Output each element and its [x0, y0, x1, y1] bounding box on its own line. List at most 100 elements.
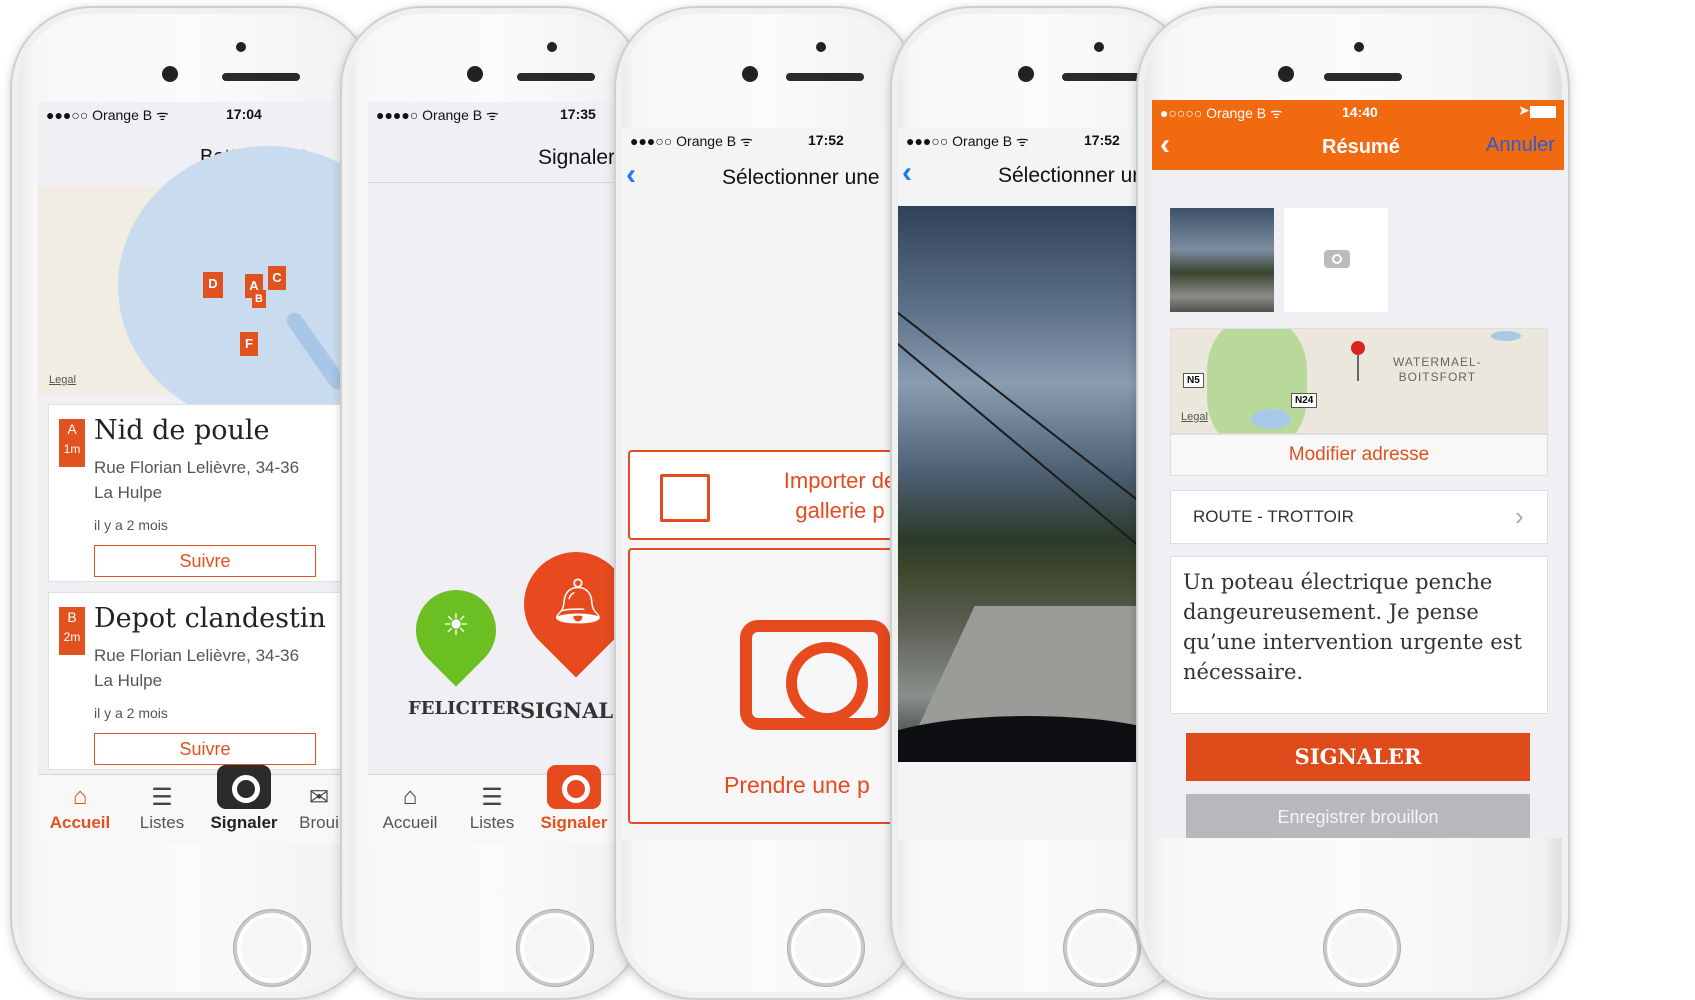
- battery-icon: [1530, 106, 1556, 118]
- import-gallery-button[interactable]: Importer de gallerie p: [628, 450, 912, 540]
- tab-listes[interactable]: ☰ Listes: [120, 783, 204, 833]
- road-label-n5: N5: [1183, 373, 1204, 388]
- page-title: Résumé: [1322, 136, 1400, 158]
- speaker: [1324, 73, 1402, 81]
- item-title: Depot clandestin: [94, 603, 326, 634]
- carrier-text: ●○○○○ Orange B ᯤ: [1160, 105, 1283, 121]
- speaker: [1062, 73, 1140, 81]
- carrier-text: ●●●○○ Orange B ᯤ: [630, 133, 753, 149]
- status-bar: ●●●○○ Orange B ᯤ 17:52: [622, 128, 912, 150]
- tab-bar: ⌂ Accueil ☰ Listes Signaler: [368, 765, 642, 844]
- map-marker-b[interactable]: B: [252, 290, 266, 308]
- camera-icon: [1324, 250, 1350, 268]
- home-button[interactable]: [517, 910, 593, 986]
- map[interactable]: D A C B F Legal: [38, 146, 372, 426]
- power-line: [898, 296, 1148, 520]
- follow-button[interactable]: Suivre: [94, 545, 316, 577]
- sensor: [1018, 66, 1034, 82]
- marker-pin: A 1m: [59, 419, 85, 467]
- item-time: il y a 2 mois: [94, 705, 168, 721]
- map-legal-link[interactable]: Legal: [49, 374, 76, 386]
- water-area: [1251, 409, 1291, 429]
- take-photo-label: Prendre une p: [724, 772, 870, 798]
- list-item[interactable]: A 1m Nid de poule Rue Florian Lelièvre, 3…: [48, 404, 372, 582]
- nav-divider: [368, 182, 642, 183]
- tab-signaler[interactable]: Signaler: [202, 765, 286, 833]
- location-arrow-icon: ➤: [1518, 102, 1530, 118]
- phone-1: ●●●○○ Orange B ᯤ 17:04 BetterStreet D A …: [10, 6, 374, 1000]
- category-label: ROUTE - TROTTOIR: [1193, 507, 1354, 526]
- phone-3: ●●●○○ Orange B ᯤ 17:52 ‹ Sélectionner un…: [614, 6, 918, 1000]
- back-chevron-icon[interactable]: ‹: [626, 158, 636, 192]
- description-field[interactable]: Un poteau électrique penche dangeureusem…: [1170, 556, 1548, 714]
- home-button[interactable]: [788, 910, 864, 986]
- tab-listes[interactable]: ☰ Listes: [450, 783, 534, 833]
- carrier-text: ●●●○○ Orange B ᯤ: [46, 107, 169, 123]
- time-text: 14:40: [1342, 104, 1378, 120]
- camera-icon: [202, 765, 286, 813]
- bell-icon: 🔔︎: [550, 577, 606, 626]
- camera-icon: [740, 620, 890, 730]
- power-line: [898, 326, 1148, 559]
- back-chevron-icon[interactable]: ‹: [902, 156, 912, 190]
- list-item[interactable]: B 2m Depot clandestin Rue Florian Lelièvr…: [48, 592, 372, 770]
- map-marker-d[interactable]: D: [203, 272, 223, 298]
- front-camera: [547, 42, 557, 52]
- speaker: [786, 73, 864, 81]
- home-icon: ⌂: [72, 783, 88, 810]
- speaker: [517, 73, 595, 81]
- submit-report-button[interactable]: SIGNALER: [1186, 733, 1530, 781]
- sensor: [742, 66, 758, 82]
- camera-lens: [1332, 254, 1342, 264]
- item-title: Nid de poule: [94, 415, 270, 446]
- back-chevron-icon[interactable]: ‹: [1160, 128, 1170, 162]
- time-text: 17:35: [560, 106, 596, 122]
- speaker: [222, 73, 300, 81]
- chevron-right-icon: ›: [1515, 501, 1524, 531]
- phone-5: ●○○○○ Orange B ᯤ 14:40 ➤ ‹ Résumé Annule…: [1136, 6, 1570, 1000]
- map-marker-c[interactable]: C: [268, 266, 286, 290]
- sensor: [1278, 66, 1294, 82]
- time-text: 17:52: [808, 132, 844, 148]
- phone-2: ●●●●○ Orange B ᯤ 17:35 Signaler ☀ FELICI…: [340, 6, 644, 1000]
- home-button[interactable]: [1064, 910, 1140, 986]
- import-label: Importer de gallerie p: [783, 468, 897, 523]
- front-camera: [1094, 42, 1104, 52]
- time-text: 17:52: [1084, 132, 1120, 148]
- home-icon: ⌂: [402, 783, 418, 810]
- page-title: Sélectionner une: [722, 166, 880, 189]
- save-draft-button[interactable]: Enregistrer brouillon: [1186, 794, 1530, 838]
- category-selector[interactable]: ROUTE - TROTTOIR ›: [1170, 490, 1548, 544]
- tab-accueil[interactable]: ⌂ Accueil: [368, 783, 452, 833]
- tab-signaler[interactable]: Signaler: [532, 765, 616, 833]
- status-bar: ●●●●○ Orange B ᯤ 17:35: [368, 102, 642, 124]
- lightbulb-icon: ☀: [442, 609, 470, 642]
- home-button[interactable]: [1324, 910, 1400, 986]
- front-camera: [816, 42, 826, 52]
- take-photo-button[interactable]: Prendre une p: [628, 548, 912, 824]
- follow-button[interactable]: Suivre: [94, 733, 316, 765]
- tab-accueil[interactable]: ⌂ Accueil: [38, 783, 122, 833]
- cancel-button[interactable]: Annuler: [1486, 134, 1555, 157]
- photo-thumbnail[interactable]: [1170, 208, 1274, 312]
- front-camera: [236, 42, 246, 52]
- location-map[interactable]: N5 N24 Watermael- Boitsfort Legal: [1170, 328, 1548, 434]
- modify-address-button[interactable]: Modifier adresse: [1170, 434, 1548, 476]
- carrier-text: ●●●○○ Orange B ᯤ: [906, 133, 1029, 149]
- water-area: [1491, 331, 1521, 341]
- sensor: [467, 66, 483, 82]
- image-icon: [660, 474, 710, 522]
- map-pin-icon: [1351, 341, 1365, 355]
- item-address: Rue Florian Lelièvre, 34-36 La Hulpe: [94, 646, 300, 690]
- page-title: Signaler: [538, 146, 616, 169]
- feliciter-button[interactable]: ☀: [399, 573, 513, 687]
- map-marker-f[interactable]: F: [240, 332, 258, 356]
- feliciter-label: FELICITER: [408, 698, 521, 719]
- map-legal-link[interactable]: Legal: [1181, 411, 1208, 423]
- carrier-text: ●●●●○ Orange B ᯤ: [376, 107, 499, 123]
- screen-home: ●●●○○ Orange B ᯤ 17:04 BetterStreet D A …: [38, 102, 372, 844]
- camera-lens: [786, 642, 868, 724]
- status-bar: ●●●○○ Orange B ᯤ 17:04: [38, 102, 372, 124]
- home-button[interactable]: [234, 910, 310, 986]
- add-photo-button[interactable]: [1284, 208, 1388, 312]
